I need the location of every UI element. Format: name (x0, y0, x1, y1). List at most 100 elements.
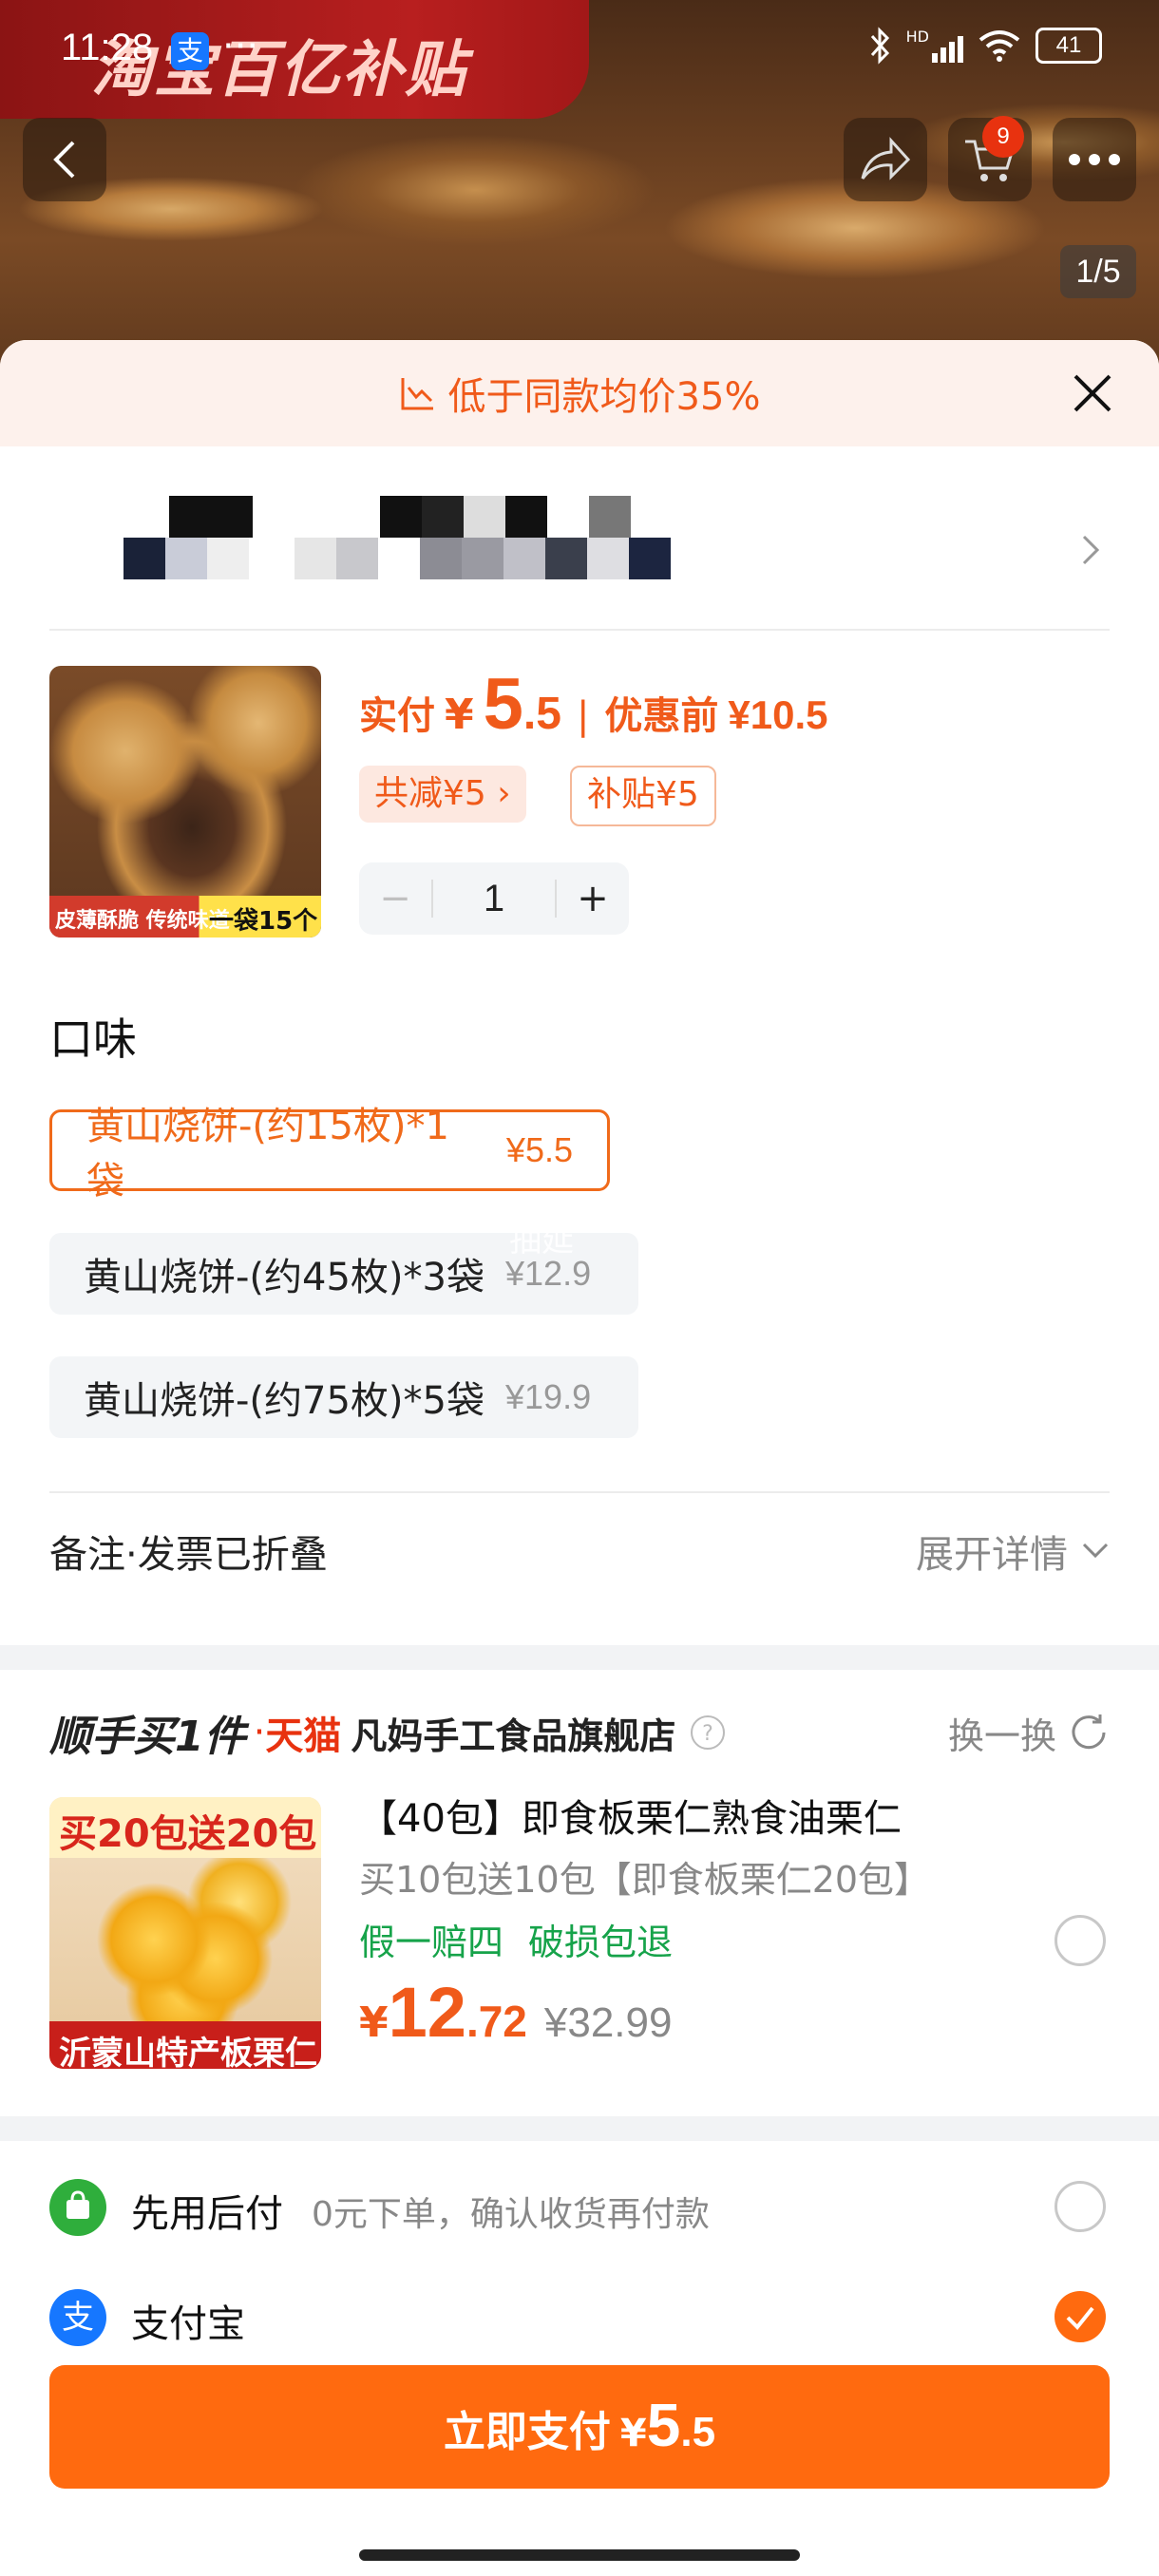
wifi-icon (978, 30, 1020, 62)
alipay-title: 支付宝 (131, 2302, 245, 2346)
status-more-dots: ··· (222, 25, 259, 68)
status-bar: 11:28 支 ··· HD 41 (0, 0, 1159, 95)
swap-button[interactable]: 换一换 (948, 1707, 1110, 1759)
pay-later-desc: 0元下单，确认收货再付款 (312, 2195, 710, 2234)
expand-details-text: 展开详情 (916, 1533, 1068, 1577)
pay-now-currency: ¥ (619, 2412, 647, 2455)
divider (49, 629, 1110, 631)
signal-icon: HD (906, 28, 963, 63)
tmall-logo: 天猫 (265, 1714, 342, 1758)
pay-price-int: 5 (483, 664, 523, 745)
flavor-option-label: 黄山烧饼-(约75枚)*5袋 (84, 1379, 484, 1423)
flavor-option-price: ¥19.9 (505, 1377, 592, 1416)
addon-header: 顺手买1件 · 天猫 凡妈手工食品旗舰店 ? 换一换 (49, 1702, 1110, 1763)
flavor-option-label: 黄山烧饼-(约15枚)*1袋 (86, 1105, 449, 1203)
swap-text: 换一换 (947, 1714, 1056, 1757)
quantity-value[interactable]: 1 (433, 878, 555, 920)
pay-bar: 立即支付 ¥ 5 .5 (0, 2346, 1159, 2576)
flavor-option-1[interactable]: 黄山烧饼-(约15枚)*1袋 ¥5.5 (49, 1105, 610, 1203)
remark-row[interactable]: 备注·发票已折叠 展开详情 (49, 1518, 1110, 1584)
addon-guarantees: 假一赔四 破损包退 (359, 1913, 673, 1965)
product-thumbnail-strip: 皮薄酥脆 传统味道 一袋15个 (49, 896, 321, 938)
flavor-option-3[interactable]: 黄山烧饼-(约75枚)*5袋 ¥19.9 (49, 1356, 638, 1438)
flavor-option-price: ¥5.5 (505, 1130, 573, 1169)
guarantee-fake-compensation: 假一赔四 (359, 1922, 504, 1963)
pay-currency: ¥ (445, 691, 474, 739)
product-thumbnail[interactable]: 皮薄酥脆 传统味道 一袋15个 (49, 666, 321, 938)
more-button[interactable] (1053, 118, 1136, 201)
expand-details-link[interactable]: 展开详情 (916, 1524, 1110, 1579)
addon-product-subtitle: 买10包送10包【即食板栗仁20包】 (359, 1859, 931, 1901)
network-type-label: HD (905, 28, 929, 46)
flavor-option-label: 黄山烧饼-(约45枚)*3袋 (84, 1256, 484, 1299)
order-sheet: 低于同款均价35% 皮薄酥脆 传统味道 一袋15个 实付 ¥ 5 .5 | 优惠… (0, 340, 1159, 2576)
svg-text:?: ? (703, 1722, 714, 1746)
close-icon[interactable] (1068, 369, 1117, 418)
back-button[interactable] (23, 118, 106, 201)
alipay-status-icon: 支 (171, 32, 209, 70)
image-watermark: 抽延 (509, 1222, 574, 1260)
addon-image-top-strip: 买20包送20包 (49, 1797, 321, 1858)
addon-price-dec: .72 (466, 1997, 527, 2046)
total-reduce-text: 共减¥5 (374, 774, 486, 813)
share-icon (861, 137, 911, 180)
section-gap (0, 1645, 1159, 1670)
subsidy-tag: 补贴¥5 (570, 766, 716, 826)
addon-price-line: ¥ 12 .72 ¥32.99 (359, 1972, 672, 2053)
alipay-icon: 支 (49, 2289, 106, 2346)
home-indicator[interactable] (359, 2549, 800, 2561)
addon-price-int: 12 (388, 1973, 466, 2052)
addon-product-name[interactable]: 【40包】即食板栗仁熟食油栗仁 (359, 1788, 902, 1843)
flavor-title: 口味 (49, 1013, 137, 1065)
pay-now-price-int: 5 (646, 2391, 681, 2459)
pay-price-line: 实付 ¥ 5 .5 | 优惠前 ¥10.5 (359, 663, 828, 746)
battery-indicator: 41 (1036, 28, 1102, 64)
pay-later-icon (49, 2179, 106, 2236)
pay-now-label: 立即支付 (443, 2408, 611, 2456)
thumbnail-right-text: 一袋15个 (209, 907, 318, 936)
price-compare-banner: 低于同款均价35% (0, 340, 1159, 446)
addon-image-bottom-text: 沂蒙山特产板栗仁 (59, 2035, 317, 2069)
addon-image-top-text: 买20包送20包 (59, 1812, 317, 1856)
pay-now-button[interactable]: 立即支付 ¥ 5 .5 (49, 2365, 1110, 2489)
quantity-stepper: − 1 + (359, 862, 629, 935)
help-icon[interactable]: ? (689, 1714, 727, 1752)
status-time: 11:28 (61, 27, 154, 68)
chevron-down-icon (1082, 1543, 1109, 1559)
more-dots-icon (1069, 154, 1120, 165)
decrease-button[interactable]: − (359, 877, 431, 920)
store-name: 凡妈手工食品旗舰店 (351, 1714, 676, 1757)
pay-price-dec: .5 (522, 689, 561, 739)
trend-down-icon (401, 378, 433, 410)
cart-button[interactable]: 9 (948, 116, 1032, 201)
status-icons: HD 41 (868, 27, 1102, 65)
share-button[interactable] (844, 118, 927, 201)
increase-button[interactable]: + (557, 877, 629, 920)
chevron-right-small-icon: › (497, 774, 511, 813)
pay-label: 实付 (359, 694, 435, 738)
addon-original-price: ¥32.99 (543, 1999, 673, 2046)
gallery-page-indicator: 1/5 (1060, 245, 1136, 298)
pay-later-title: 先用后付 (131, 2192, 283, 2236)
addon-recommend-card: 顺手买1件 · 天猫 凡妈手工食品旗舰店 ? 换一换 买20包送20包 沂蒙山特… (0, 1670, 1159, 2116)
price-compare-text: 低于同款均价35% (447, 375, 761, 419)
price-separator: | (576, 694, 590, 738)
refresh-icon (1072, 1714, 1106, 1750)
cart-count-badge: 9 (982, 116, 1024, 158)
divider (49, 1491, 1110, 1493)
chevron-left-icon (53, 141, 75, 179)
thumbnail-left-text: 皮薄酥脆 传统味道 (55, 909, 230, 933)
addon-title: 顺手买1件 (49, 1713, 246, 1761)
chevron-right-icon (1082, 535, 1100, 565)
address-row[interactable] (0, 446, 1159, 636)
remark-label: 备注·发票已折叠 (49, 1533, 328, 1577)
before-discount-price: ¥10.5 (728, 692, 828, 737)
section-gap (0, 2116, 1159, 2141)
alipay-radio-checked[interactable] (1054, 2291, 1106, 2342)
pay-now-price-dec: .5 (680, 2409, 716, 2455)
pay-later-radio[interactable] (1054, 2181, 1106, 2232)
total-reduce-tag[interactable]: 共减¥5 › (359, 766, 526, 823)
bluetooth-icon (870, 27, 889, 65)
addon-select-radio[interactable] (1054, 1915, 1106, 1966)
addon-product-image[interactable]: 买20包送20包 沂蒙山特产板栗仁 (49, 1797, 321, 2069)
